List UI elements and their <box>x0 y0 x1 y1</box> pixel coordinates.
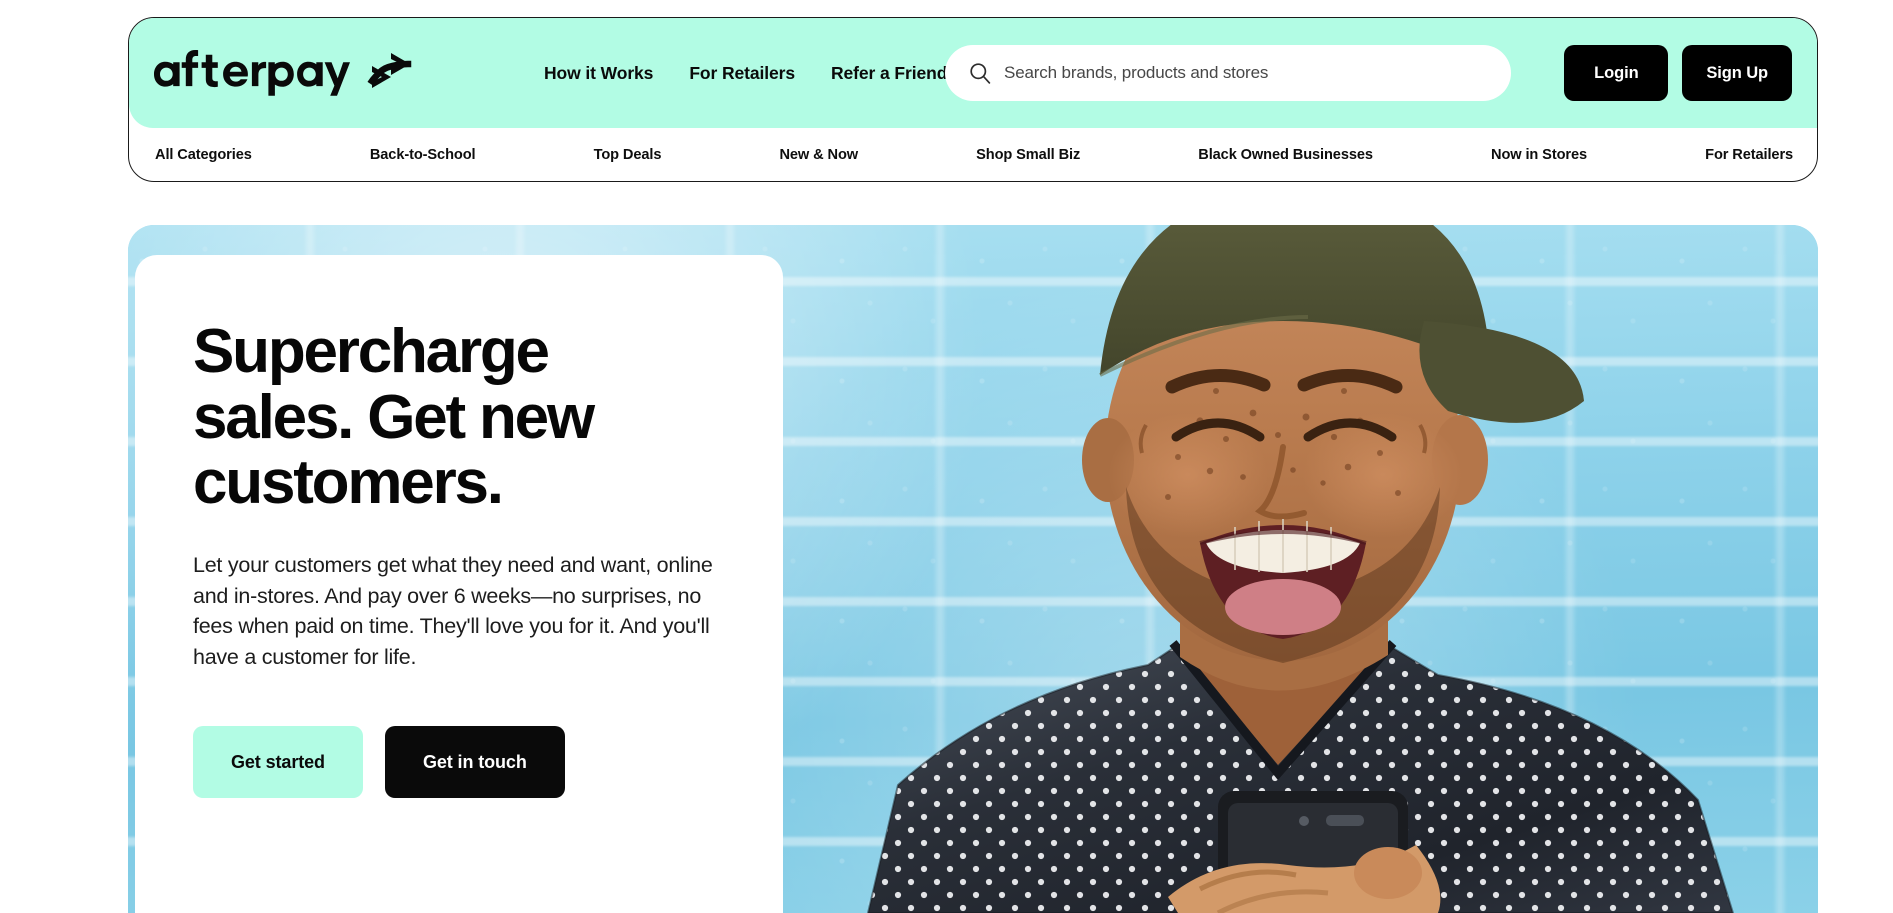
page-root: How it Works For Retailers Refer a Frien… <box>0 0 1893 913</box>
category-top-deals[interactable]: Top Deals <box>594 147 662 163</box>
category-back-to-school[interactable]: Back-to-School <box>370 147 476 163</box>
auth-button-group: Login Sign Up <box>1564 45 1792 101</box>
hero-cta-group: Get started Get in touch <box>193 726 725 799</box>
category-black-owned-businesses[interactable]: Black Owned Businesses <box>1198 147 1373 163</box>
get-started-button[interactable]: Get started <box>193 726 363 799</box>
nav-link-refer-a-friend[interactable]: Refer a Friend <box>831 63 947 84</box>
category-all-categories[interactable]: All Categories <box>155 147 252 163</box>
site-header: How it Works For Retailers Refer a Frien… <box>128 17 1818 182</box>
hero-text-card: Supercharge sales. Get new customers. Le… <box>135 255 783 913</box>
hero-section: Supercharge sales. Get new customers. Le… <box>128 225 1818 913</box>
afterpay-logo[interactable] <box>154 46 416 100</box>
primary-nav: How it Works For Retailers Refer a Frien… <box>544 18 947 128</box>
category-new-and-now[interactable]: New & Now <box>779 147 858 163</box>
search-bar[interactable] <box>945 45 1511 101</box>
search-input[interactable] <box>1004 63 1487 83</box>
header-top-bar: How it Works For Retailers Refer a Frien… <box>129 18 1817 128</box>
hero-photo-subject <box>866 225 1735 913</box>
hero-headline: Supercharge sales. Get new customers. <box>193 317 595 518</box>
login-button[interactable]: Login <box>1564 45 1669 101</box>
hero-description: Let your customers get what they need an… <box>193 553 713 669</box>
afterpay-logo-icon <box>154 50 350 96</box>
search-icon <box>970 63 991 84</box>
afterpay-arrow-mark-icon <box>367 53 412 88</box>
nav-link-for-retailers[interactable]: For Retailers <box>689 63 795 84</box>
category-for-retailers[interactable]: For Retailers <box>1705 147 1793 163</box>
get-in-touch-button[interactable]: Get in touch <box>384 726 565 799</box>
signup-button[interactable]: Sign Up <box>1682 45 1792 101</box>
category-nav: All Categories Back-to-School Top Deals … <box>129 128 1817 181</box>
nav-link-how-it-works[interactable]: How it Works <box>544 63 653 84</box>
category-now-in-stores[interactable]: Now in Stores <box>1491 147 1587 163</box>
category-shop-small-biz[interactable]: Shop Small Biz <box>976 147 1080 163</box>
